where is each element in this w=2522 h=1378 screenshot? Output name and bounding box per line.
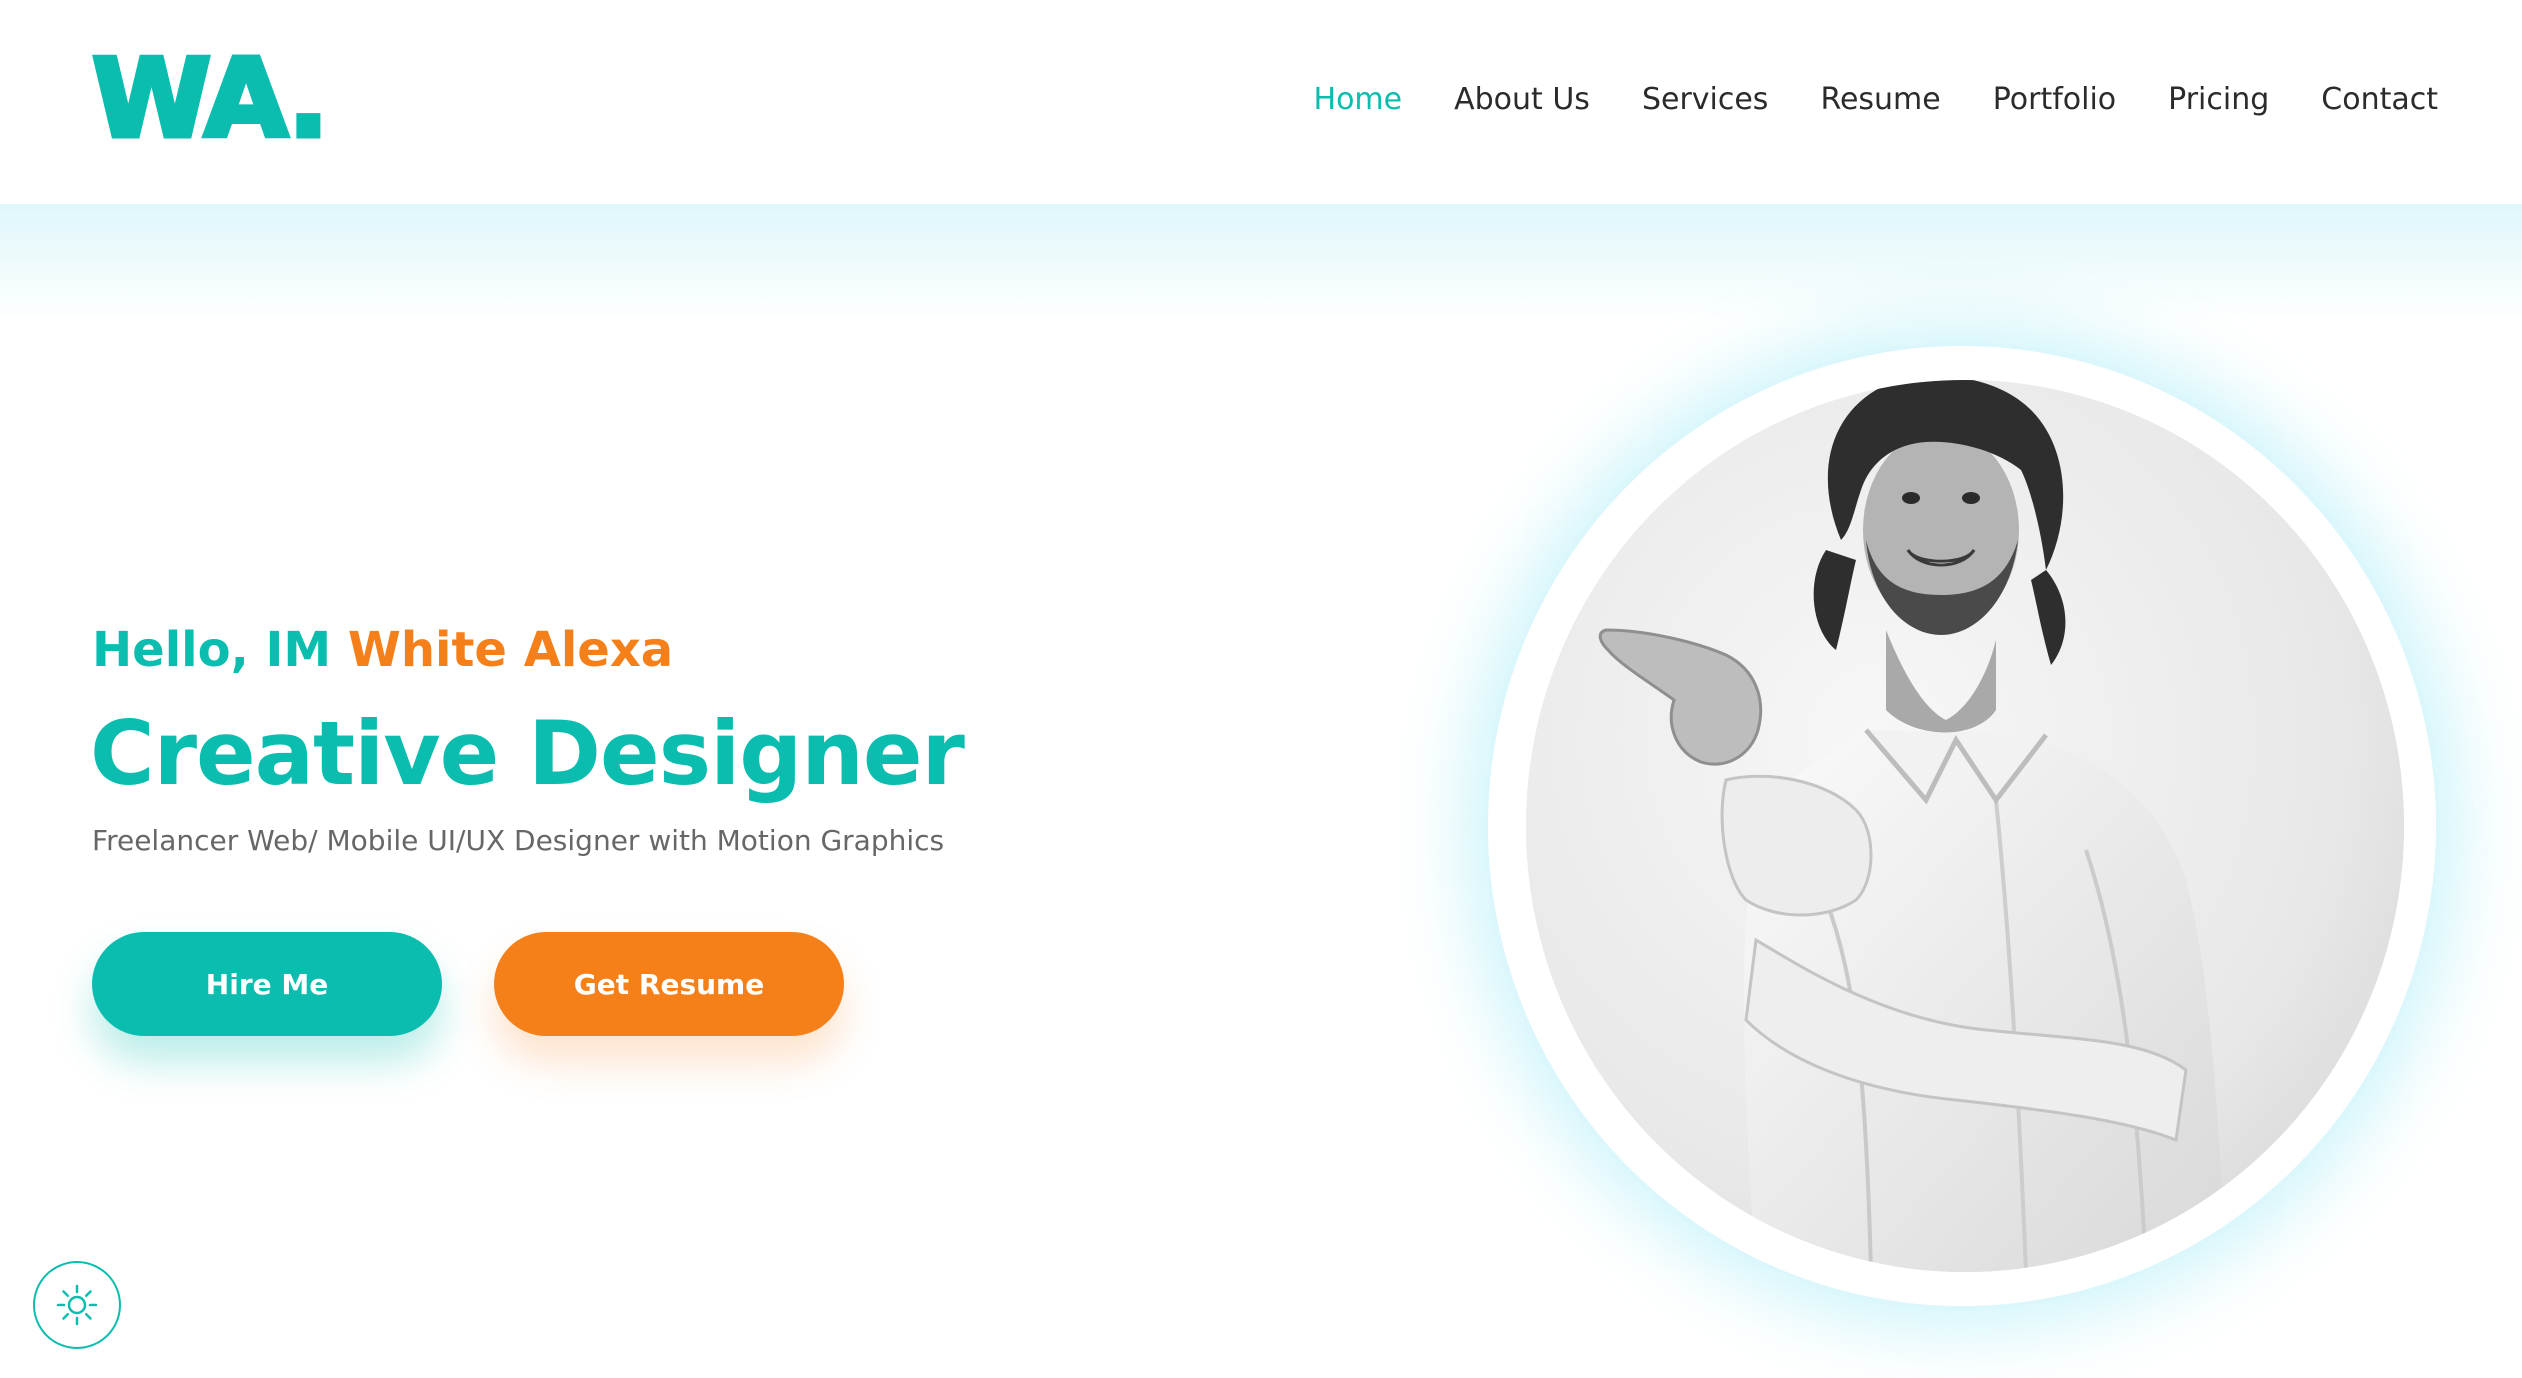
header-shadow bbox=[0, 204, 2522, 324]
greeting-prefix: Hello, IM bbox=[92, 622, 332, 678]
nav-item-portfolio[interactable]: Portfolio bbox=[1993, 72, 2116, 128]
greeting-name: White Alexa bbox=[347, 622, 674, 678]
theme-toggle-button[interactable] bbox=[33, 1261, 121, 1349]
logo[interactable]: WA. bbox=[90, 37, 332, 162]
portrait-illustration bbox=[1526, 380, 2404, 1272]
get-resume-button[interactable]: Get Resume bbox=[494, 932, 844, 1036]
nav-item-pricing[interactable]: Pricing bbox=[2168, 72, 2269, 128]
nav-item-about-us[interactable]: About Us bbox=[1454, 72, 1590, 128]
sun-icon bbox=[56, 1284, 98, 1326]
nav-item-resume[interactable]: Resume bbox=[1820, 72, 1940, 128]
nav-item-services[interactable]: Services bbox=[1642, 72, 1769, 128]
main-nav: Home About Us Services Resume Portfolio … bbox=[1262, 72, 2438, 128]
portrait-photo bbox=[1526, 380, 2404, 1272]
nav-item-contact[interactable]: Contact bbox=[2321, 72, 2438, 128]
site-header: WA. Home About Us Services Resume Portfo… bbox=[0, 0, 2522, 204]
hero-title: Creative Designer bbox=[90, 702, 965, 805]
nav-item-home[interactable]: Home bbox=[1314, 72, 1403, 128]
hero-subtitle: Freelancer Web/ Mobile UI/UX Designer wi… bbox=[92, 824, 945, 857]
hire-me-button[interactable]: Hire Me bbox=[92, 932, 442, 1036]
hero-greeting: Hello, IM White Alexa bbox=[92, 616, 673, 684]
page: WA. Home About Us Services Resume Portfo… bbox=[0, 0, 2522, 1378]
